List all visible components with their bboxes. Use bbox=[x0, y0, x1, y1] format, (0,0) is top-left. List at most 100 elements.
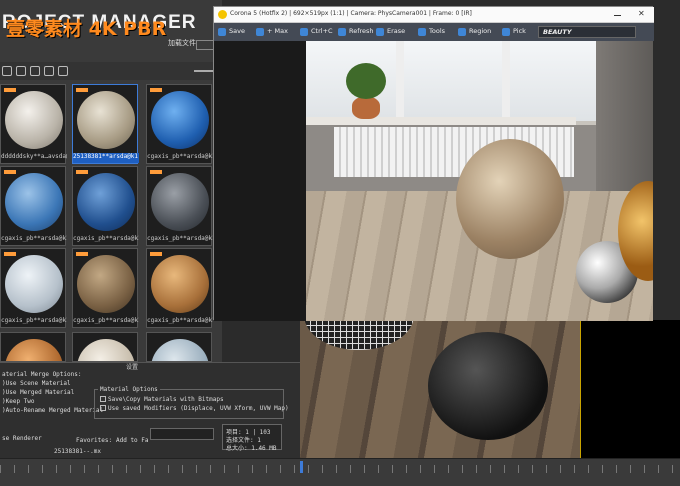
material-thumbnail[interactable]: cgaxis_pb**arsda@k1] bbox=[146, 84, 213, 164]
checkbox[interactable] bbox=[100, 396, 106, 402]
material-thumbnail[interactable]: cgaxis_pb**arsda@k1] bbox=[72, 248, 139, 328]
render-image bbox=[306, 41, 653, 321]
corona-badge-icon bbox=[150, 252, 162, 256]
thumbnail-label: cgaxis_pb**arsda@k1] bbox=[73, 317, 139, 324]
copy-icon bbox=[300, 28, 308, 36]
right-wall bbox=[596, 41, 653, 201]
material-preview-sphere bbox=[151, 91, 209, 149]
corona-badge-icon bbox=[4, 88, 16, 92]
material-thumbnail[interactable]: 25138381**arsda@k1] bbox=[72, 84, 139, 164]
corona-badge-icon bbox=[4, 170, 16, 174]
settings-icon[interactable] bbox=[44, 66, 54, 76]
material-thumbnail[interactable] bbox=[0, 332, 66, 362]
thumbnail-label: cgaxis_pb**arsda@k1] bbox=[147, 317, 213, 324]
material-preview-sphere bbox=[77, 339, 135, 361]
zoom-slider[interactable] bbox=[194, 70, 214, 72]
black-panel bbox=[580, 320, 680, 460]
panel-toolbar bbox=[0, 62, 222, 80]
watermark-text: 壹零素材 4K PBR bbox=[6, 18, 167, 40]
status-box: 项目: 1 | 103 选择文件: 1 总大小: 1.46 MB bbox=[222, 424, 282, 452]
save-icon bbox=[218, 28, 226, 36]
delete-icon[interactable] bbox=[58, 66, 68, 76]
thumbnail-label: 25138381**arsda@k1] bbox=[73, 153, 139, 163]
refresh-button[interactable]: Refresh bbox=[338, 27, 374, 38]
max-button[interactable]: + Max bbox=[256, 27, 288, 38]
merge-option-0[interactable]: )Use Scene Material bbox=[2, 380, 71, 387]
pass-select[interactable]: BEAUTY bbox=[538, 26, 636, 38]
corona-badge-icon bbox=[4, 252, 16, 256]
merge-options-title: aterial Merge Options: bbox=[2, 371, 82, 378]
file-name: 25138381--.mx bbox=[54, 448, 101, 455]
pick-button[interactable]: Pick bbox=[502, 27, 526, 38]
region-icon bbox=[458, 28, 466, 36]
material-thumbnail[interactable]: cgaxis_pb**arsda@k1] bbox=[146, 248, 213, 328]
material-thumbnail[interactable]: cgaxis_pb**arsda@k1] bbox=[146, 166, 213, 246]
refresh-icon[interactable] bbox=[30, 66, 40, 76]
renderer-label: se Renderer bbox=[2, 435, 42, 442]
render-titlebar: Corona 5 (Hotfix 2) | 692×519px (1:1) | … bbox=[214, 7, 654, 23]
window-frame bbox=[502, 41, 510, 121]
render-title: Corona 5 (Hotfix 2) | 692×519px (1:1) | … bbox=[230, 10, 472, 17]
panel-subtitle: 加载文件 bbox=[168, 39, 196, 47]
tools-icon bbox=[418, 28, 426, 36]
wood-sphere bbox=[456, 139, 564, 259]
timeline[interactable] bbox=[0, 458, 680, 486]
material-thumbnail[interactable]: cgaxis_pb**arsda@k1] bbox=[0, 248, 67, 328]
material-option-0[interactable]: Save\Copy Materials with Bitmaps bbox=[100, 396, 224, 403]
timeline-track bbox=[0, 465, 680, 473]
merge-option-3[interactable]: )Auto-Rename Merged Material bbox=[2, 407, 103, 414]
material-thumbnail[interactable]: ddddddsky**a…avsda@k1] bbox=[0, 84, 67, 164]
button-label: Pick bbox=[513, 27, 526, 35]
corona-badge-icon bbox=[76, 88, 88, 92]
favorites-dropdown[interactable] bbox=[150, 428, 214, 440]
plant-pot bbox=[352, 97, 380, 119]
options-tab[interactable]: 设置 bbox=[126, 362, 138, 371]
region-button[interactable]: Region bbox=[458, 27, 491, 38]
thumbnail-label: cgaxis_pb**arsda@k1] bbox=[73, 235, 139, 242]
material-preview-sphere bbox=[5, 339, 63, 361]
merge-option-1[interactable]: )Use Merged Material bbox=[2, 389, 74, 396]
thumbnail-label: cgaxis_pb**arsda@k1] bbox=[147, 235, 213, 242]
window-frame bbox=[396, 41, 404, 121]
favorites-label: Favorites: bbox=[76, 437, 113, 444]
material-option-1[interactable]: Use saved Modifiers (Displace, UVW Xform… bbox=[100, 405, 289, 412]
material-thumbnail[interactable] bbox=[146, 332, 212, 362]
material-thumbnail[interactable] bbox=[72, 332, 138, 362]
checkbox[interactable] bbox=[100, 405, 106, 411]
material-thumbnail[interactable]: cgaxis_pb**arsda@k1] bbox=[0, 166, 67, 246]
corona-icon bbox=[218, 10, 227, 19]
erase-button[interactable]: Erase bbox=[376, 27, 405, 38]
button-label: Refresh bbox=[349, 27, 374, 35]
render-window: Corona 5 (Hotfix 2) | 692×519px (1:1) | … bbox=[213, 6, 654, 321]
window-sill bbox=[306, 117, 576, 125]
button-label: Save bbox=[229, 27, 245, 35]
plant-leaves bbox=[346, 63, 386, 99]
corona-badge-icon bbox=[150, 88, 162, 92]
corona-badge-icon bbox=[76, 170, 88, 174]
favorites-value[interactable]: Add to Fa bbox=[116, 437, 149, 444]
grid-view-icon[interactable] bbox=[2, 66, 12, 76]
tools-button[interactable]: Tools bbox=[418, 27, 445, 38]
button-label: Tools bbox=[429, 27, 446, 35]
save-button[interactable]: Save bbox=[218, 27, 245, 38]
status-line: 总大小: 1.46 MB bbox=[226, 445, 277, 452]
dark-sphere bbox=[428, 332, 548, 440]
material-options-title: Material Options bbox=[98, 386, 160, 393]
button-label: Ctrl+C bbox=[311, 27, 333, 35]
material-thumbnail[interactable]: cgaxis_pb**arsda@k1] bbox=[72, 166, 139, 246]
refresh-icon bbox=[338, 28, 346, 36]
viewport[interactable] bbox=[300, 320, 680, 460]
ctrl-c-button[interactable]: Ctrl+C bbox=[300, 27, 333, 38]
merge-option-2[interactable]: )Keep Two bbox=[2, 398, 35, 405]
minimize-icon[interactable] bbox=[614, 15, 621, 16]
timeline-marker[interactable] bbox=[300, 461, 303, 473]
folder-icon[interactable] bbox=[16, 66, 26, 76]
material-preview-sphere bbox=[151, 255, 209, 313]
erase-icon bbox=[376, 28, 384, 36]
material-preview-sphere bbox=[77, 173, 135, 231]
button-label: Erase bbox=[387, 27, 406, 35]
close-icon[interactable]: ✕ bbox=[638, 9, 645, 18]
material-preview-sphere bbox=[5, 255, 63, 313]
button-label: + Max bbox=[267, 27, 288, 35]
material-preview-sphere bbox=[151, 339, 209, 361]
